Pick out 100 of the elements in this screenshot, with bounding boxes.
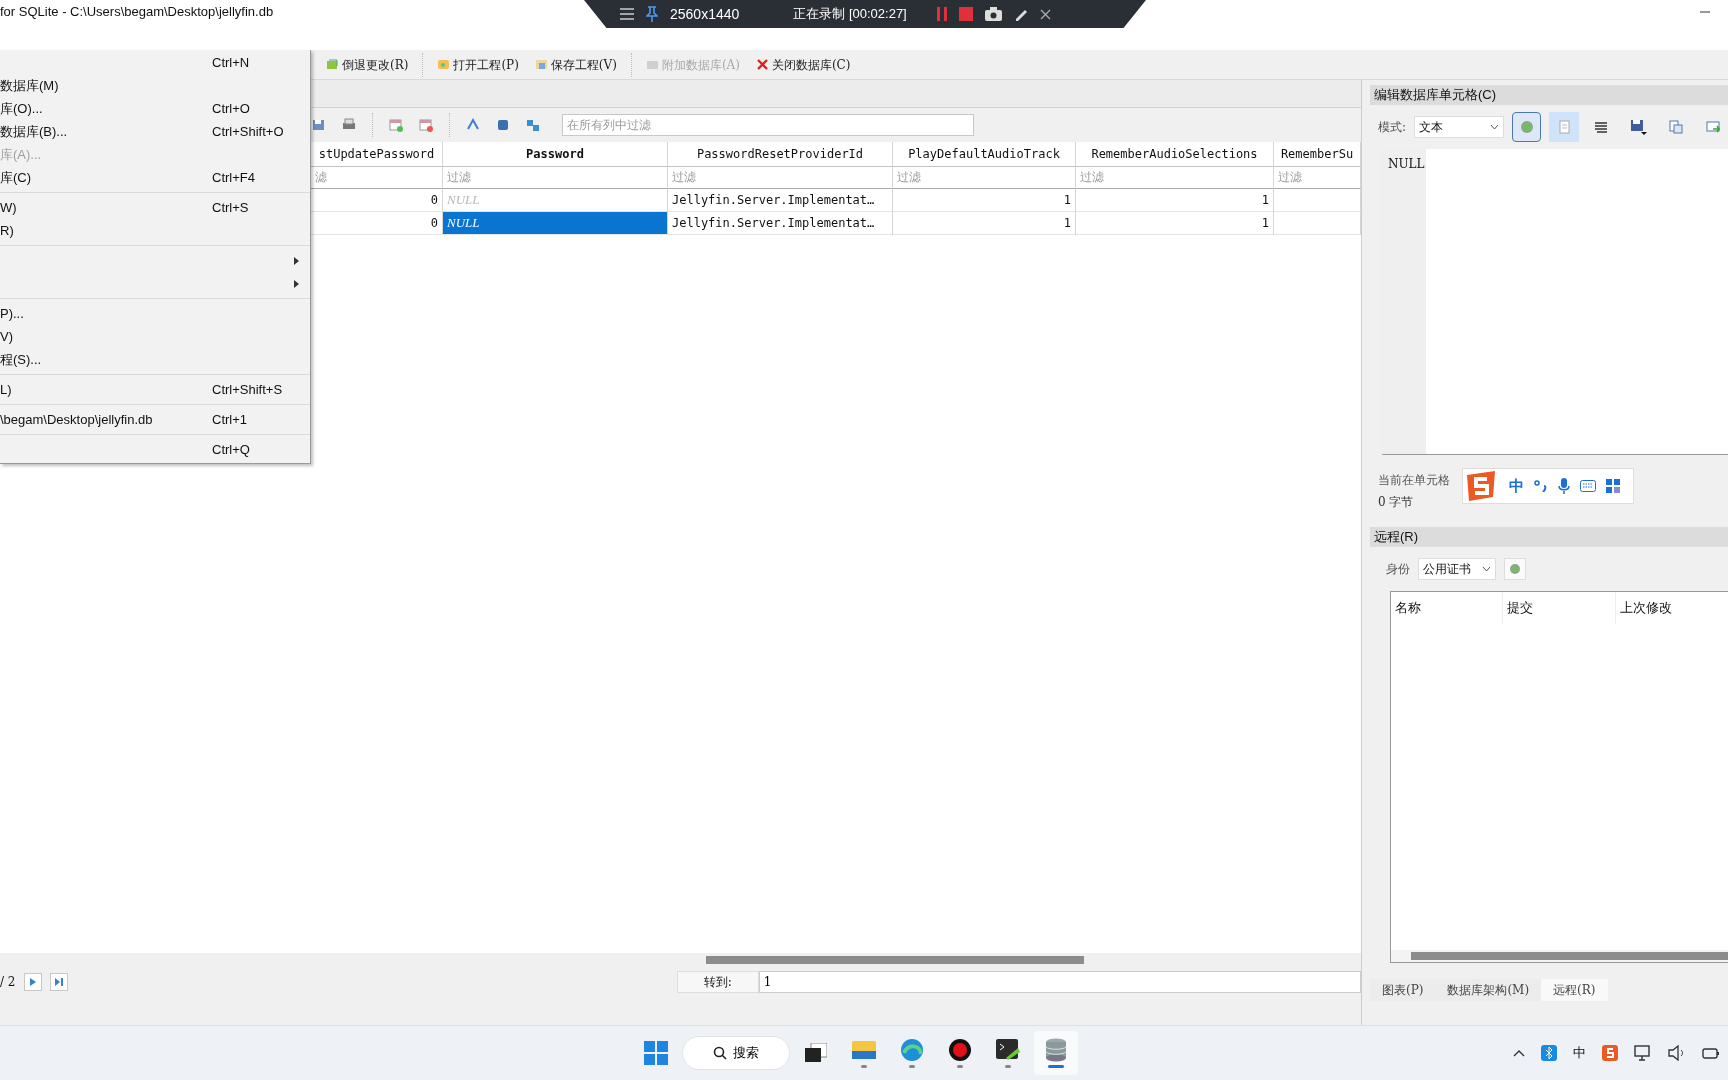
folder-icon: [437, 58, 451, 71]
save-icon: [311, 117, 327, 133]
export-icon: [1706, 120, 1721, 134]
menu-item[interactable]: \begam\Desktop\jellyfin.db Ctrl+1: [0, 408, 310, 431]
goto-label: 转到:: [676, 971, 759, 993]
chevron-up-icon[interactable]: [1513, 1049, 1525, 1057]
column-header[interactable]: 上次修改: [1616, 592, 1728, 624]
table-cell[interactable]: Jellyfin.Server.Implementat…: [668, 189, 893, 212]
settings-button[interactable]: [1504, 558, 1526, 580]
stop-icon[interactable]: [958, 7, 973, 21]
menu-item[interactable]: 库(O)... Ctrl+O: [0, 97, 310, 120]
delete-record-icon: [418, 117, 434, 133]
network-icon[interactable]: [1634, 1045, 1652, 1061]
close-icon[interactable]: [1039, 8, 1051, 20]
search-icon: [713, 1046, 727, 1060]
table-cell[interactable]: Jellyfin.Server.Implementat…: [668, 212, 893, 235]
pencil-icon[interactable]: [1013, 7, 1028, 21]
camera-icon[interactable]: [984, 7, 1002, 21]
recording-status: 正在录制 [00:02:27]: [793, 5, 907, 24]
volume-icon[interactable]: [1668, 1045, 1686, 1061]
dock-tab[interactable]: 远程(R): [1541, 979, 1608, 1001]
microphone-icon[interactable]: [1558, 478, 1570, 494]
folder-icon: [852, 1038, 876, 1062]
record-icon: [948, 1038, 972, 1062]
menu-item[interactable]: 数据库(M): [0, 74, 310, 97]
next-icon: [28, 978, 37, 986]
table-cell[interactable]: 1: [1076, 189, 1274, 212]
table-cell[interactable]: 1: [893, 212, 1076, 235]
menu-item[interactable]: R): [0, 219, 310, 242]
bluetooth-icon[interactable]: [1541, 1045, 1557, 1061]
scrollbar-thumb[interactable]: [706, 956, 1084, 964]
menu-item[interactable]: 程(S)...: [0, 348, 310, 371]
toolbar-button[interactable]: 打开工程(P): [429, 53, 527, 76]
last-page-button[interactable]: [49, 973, 68, 991]
save-icon: [534, 58, 548, 71]
window-title: for SQLite - C:\Users\begam\Desktop\jellyfin.db: [0, 3, 274, 22]
column-header[interactable]: 提交: [1503, 592, 1616, 624]
pause-icon[interactable]: [936, 7, 947, 21]
pin-icon[interactable]: [646, 6, 658, 22]
column-header[interactable]: RememberSu: [1274, 142, 1361, 167]
column-header[interactable]: PasswordResetProviderId: [668, 142, 893, 167]
input-mode-text[interactable]: 中: [1509, 474, 1524, 498]
search-button[interactable]: 搜索: [682, 1036, 790, 1070]
windows-icon: [644, 1041, 668, 1065]
save-icon: [1629, 119, 1648, 135]
windows-stack-icon: [805, 1043, 827, 1063]
dock-tab[interactable]: 图表(P): [1370, 979, 1436, 1001]
table-cell[interactable]: [1274, 189, 1361, 212]
chevron-down-icon: [1482, 566, 1491, 572]
toolbar-button[interactable]: 倒退更改(R): [318, 53, 417, 76]
copy-icon: [1669, 120, 1683, 134]
resolution-text: 2560x1440: [670, 4, 740, 24]
column-header[interactable]: PlayDefaultAudioTrack: [893, 142, 1076, 167]
apps-grid-icon[interactable]: [1606, 479, 1620, 493]
panel-title: 远程(R): [1370, 527, 1728, 547]
menu-item[interactable]: P)...: [0, 302, 310, 325]
cell-info-text: 当前在单元格: [1378, 472, 1450, 489]
menu-item[interactable]: L) Ctrl+Shift+S: [0, 378, 310, 401]
language-indicator[interactable]: 中: [1573, 1043, 1586, 1063]
keyboard-icon[interactable]: [1580, 480, 1596, 492]
column-header[interactable]: Password: [443, 142, 668, 167]
scrollbar-thumb[interactable]: [1411, 952, 1728, 960]
menu-item[interactable]: V): [0, 325, 310, 348]
chevron-down-icon: [1490, 124, 1500, 130]
battery-icon[interactable]: [1702, 1045, 1720, 1061]
identity-label: 身份: [1386, 561, 1410, 578]
goto-field[interactable]: 1: [758, 971, 1361, 993]
menu-item[interactable]: Ctrl+Q: [0, 438, 310, 461]
dock-tab[interactable]: 数据库架构(M): [1435, 979, 1542, 1001]
view-toggle-button[interactable]: [1549, 112, 1579, 142]
column-header[interactable]: 名称: [1391, 592, 1503, 624]
globe-icon: [900, 1038, 924, 1062]
revert-icon: [326, 58, 339, 71]
column-header[interactable]: RememberAudioSelections: [1076, 142, 1274, 167]
menu-item[interactable]: W) Ctrl+S: [0, 196, 310, 219]
mode-label: 模式:: [1378, 119, 1407, 136]
table-cell[interactable]: 1: [1076, 212, 1274, 235]
close-icon: [755, 58, 769, 71]
table-cell[interactable]: [1274, 212, 1361, 235]
next-page-button[interactable]: [23, 973, 42, 991]
menu-item[interactable]: 数据库(B)... Ctrl+Shift+O: [0, 120, 310, 143]
table-cell[interactable]: NULL: [443, 212, 668, 235]
identity-dropdown[interactable]: 公用证书: [1418, 558, 1496, 580]
menu-icon[interactable]: [620, 8, 634, 20]
mode-dropdown[interactable]: 文本: [1414, 116, 1505, 138]
align-icon: [1594, 120, 1609, 134]
punctuation-icon[interactable]: [1534, 480, 1548, 492]
toolbar-button[interactable]: 保存工程(V): [526, 53, 625, 76]
toolbar-button[interactable]: 关闭数据库(C): [747, 53, 859, 76]
page-count: / 2: [0, 974, 16, 991]
auto-switch-button[interactable]: [1512, 112, 1542, 142]
table-cell[interactable]: 1: [893, 189, 1076, 212]
input-method-icon[interactable]: [1602, 1045, 1618, 1061]
last-icon: [54, 978, 63, 986]
menu-item[interactable]: Ctrl+N: [0, 51, 310, 74]
submenu-arrow-icon: [294, 256, 299, 265]
menu-item[interactable]: 库(C) Ctrl+F4: [0, 166, 310, 189]
size-text: 0 字节: [1378, 494, 1414, 511]
filter-field[interactable]: 在所有列中过滤: [562, 114, 974, 136]
terminal-icon: [996, 1038, 1020, 1062]
